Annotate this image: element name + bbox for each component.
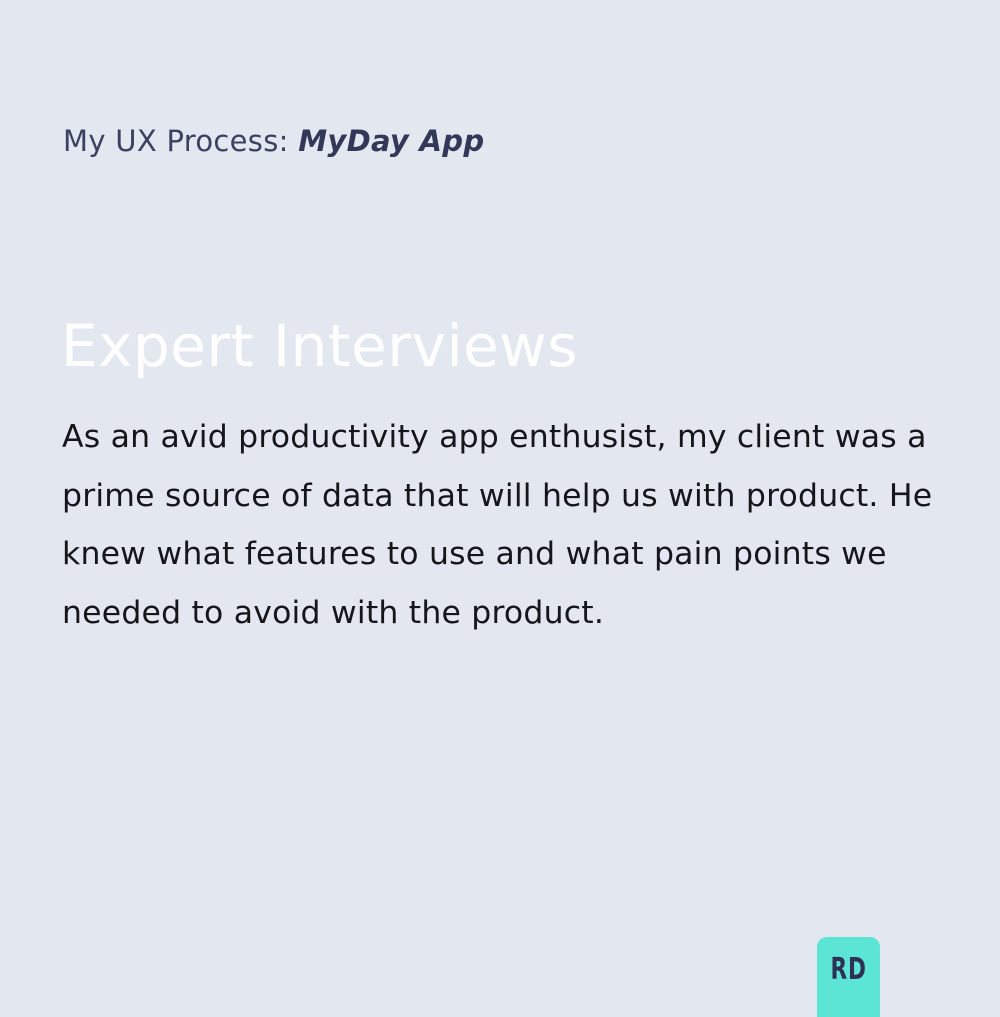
rd-logo-badge: RD: [817, 937, 880, 1017]
logo-text: RD: [830, 952, 867, 987]
section-title: Expert Interviews: [61, 312, 578, 380]
section-body: As an avid productivity app enthusist, m…: [62, 419, 933, 631]
project-name: MyDay App: [298, 124, 485, 158]
eyebrow-heading: My UX Process: MyDay App: [63, 124, 484, 158]
eyebrow-prefix: My UX Process:: [63, 124, 299, 158]
